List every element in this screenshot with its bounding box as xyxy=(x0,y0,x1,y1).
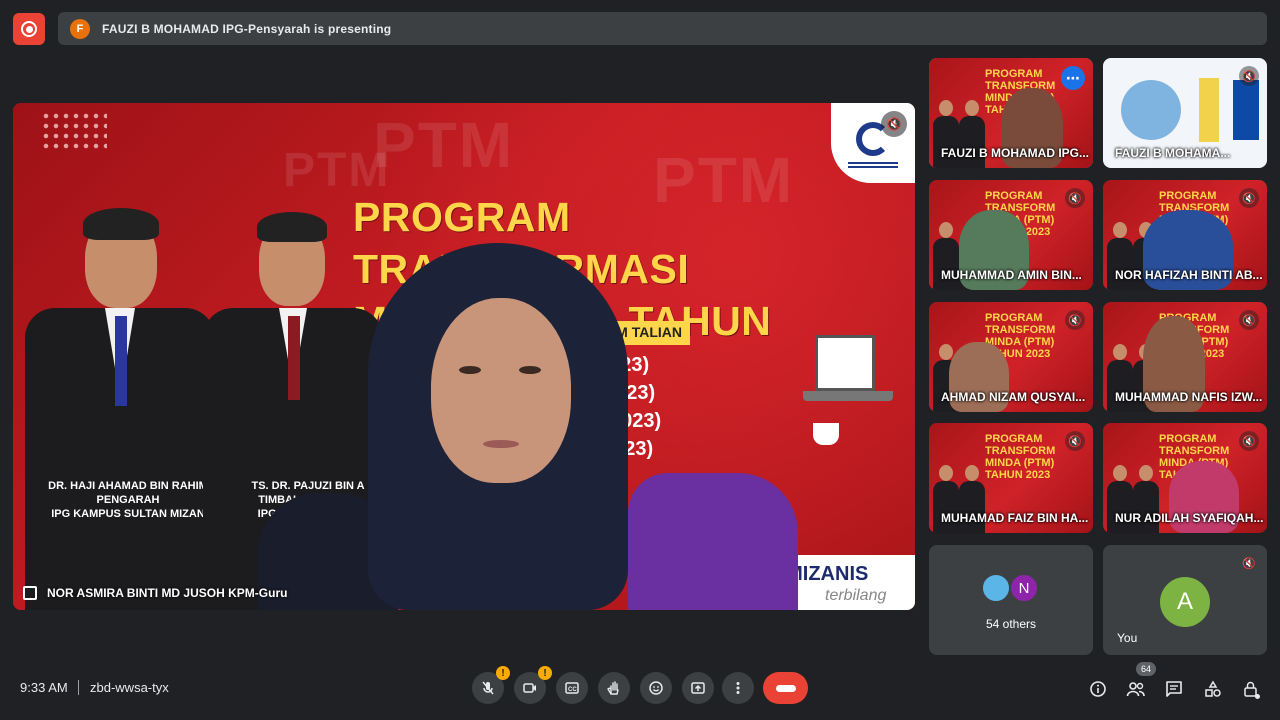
mic-off-icon: 🔇 xyxy=(881,111,907,137)
raise-hand-button[interactable] xyxy=(598,672,630,704)
participant-tile[interactable]: PROGRAM TRANSFORM MINDA (PTM) TAHUN 2023… xyxy=(929,58,1093,168)
reactions-button[interactable] xyxy=(640,672,672,704)
participant-tile[interactable]: PROGRAM TRANSFORM MINDA (PTM) TAHUN 2023… xyxy=(1103,423,1267,533)
presenter-avatar: F xyxy=(70,18,90,39)
warning-badge: ! xyxy=(496,666,510,680)
caption-line: IPG KAMPUS SULTAN MIZAN xyxy=(51,508,205,520)
participant-tile[interactable]: PROGRAM TRANSFORM MINDA (PTM) TAHUN 2023… xyxy=(929,180,1093,290)
others-avatars: N xyxy=(981,573,1039,603)
meet-window: F FAUZI B MOHAMAD IPG-Pensyarah is prese… xyxy=(0,0,1280,720)
mic-off-icon: 🔇 xyxy=(1065,431,1085,451)
raise-hand-icon xyxy=(607,681,619,695)
slide-portrait-director xyxy=(25,198,215,610)
present-now-button[interactable] xyxy=(682,672,714,704)
warning-badge: ! xyxy=(538,666,552,680)
participant-name: NUR ADILAH SYAFIQAH... xyxy=(1115,511,1264,525)
mic-off-icon: 🔇 xyxy=(1239,431,1259,451)
self-tile[interactable]: 🔇 A You xyxy=(1103,545,1267,655)
mic-off-icon: 🔇 xyxy=(1239,188,1259,208)
participant-name: NOR HAFIZAH BINTI AB... xyxy=(1115,268,1263,282)
mic-toggle-button[interactable]: ! xyxy=(472,666,510,704)
others-tile[interactable]: N 54 others xyxy=(929,545,1093,655)
participant-name: AHMAD NIZAM QUSYAI... xyxy=(941,390,1086,404)
main-stage[interactable]: PTM PTM PTM PROGRAM TRANSFORMASI MINDA (… xyxy=(13,103,915,610)
mic-off-icon: 🔇 xyxy=(1239,66,1259,86)
more-options-button[interactable] xyxy=(722,672,754,704)
call-end-icon xyxy=(775,684,796,692)
caption-line: PENGARAH xyxy=(96,494,160,506)
participant-name: MUHAMAD FAIZ BIN HA... xyxy=(941,511,1089,525)
slide-ghost-text: PTM xyxy=(373,109,515,181)
chat-icon xyxy=(1166,681,1182,697)
participant-name: FAUZI B MOHAMAD IPG... xyxy=(941,146,1089,160)
participant-count-badge: 64 xyxy=(1136,662,1157,676)
mic-off-icon: 🔇 xyxy=(1239,310,1259,330)
camera-off-icon xyxy=(523,683,536,693)
caption-line: DR. HAJI AHAMAD BIN RAHIM xyxy=(48,480,208,492)
participant-tile[interactable]: 🔇 FAUZI B MOHAMA... xyxy=(1103,58,1267,168)
svg-text:CC: CC xyxy=(568,687,577,693)
meeting-code: zbd-wwsa-tyx xyxy=(90,680,169,695)
presenting-banner: F FAUZI B MOHAMAD IPG-Pensyarah is prese… xyxy=(58,12,1267,45)
host-controls-indicator xyxy=(1255,694,1260,699)
slide-dot-pattern xyxy=(41,111,107,151)
recording-indicator-button[interactable] xyxy=(13,13,45,45)
leave-call-button[interactable] xyxy=(763,672,808,704)
info-icon xyxy=(1090,681,1106,697)
divider xyxy=(78,680,79,695)
others-count-label: 54 others xyxy=(985,617,1037,631)
pin-icon[interactable] xyxy=(23,586,37,600)
mic-off-icon xyxy=(482,681,494,695)
record-icon xyxy=(21,21,37,37)
mic-off-icon: 🔇 xyxy=(1242,557,1256,570)
more-vert-icon xyxy=(736,682,740,694)
more-options-icon[interactable]: ⋯ xyxy=(1061,66,1085,90)
mic-off-icon: 🔇 xyxy=(1065,188,1085,208)
emoji-icon xyxy=(649,681,663,695)
participant-name: MUHAMMAD NAFIS IZW... xyxy=(1115,390,1263,404)
avatar: N xyxy=(1009,573,1039,603)
participant-tile[interactable]: PROGRAM TRANSFORM MINDA (PTM) TAHUN 2023… xyxy=(929,423,1093,533)
slide-caption-director: DR. HAJI AHAMAD BIN RAHIM PENGARAH IPG K… xyxy=(33,479,223,521)
show-everyone-button[interactable] xyxy=(1125,678,1147,700)
captions-icon: CC xyxy=(565,682,579,694)
chat-button[interactable] xyxy=(1163,678,1185,700)
participant-name: FAUZI B MOHAMA... xyxy=(1115,146,1231,160)
avatar xyxy=(981,573,1011,603)
people-icon xyxy=(1126,682,1145,697)
self-label: You xyxy=(1117,631,1138,645)
participant-name: MUHAMMAD AMIN BIN... xyxy=(941,268,1082,282)
meeting-details-button[interactable] xyxy=(1087,678,1109,700)
mic-off-icon: 🔇 xyxy=(1065,310,1085,330)
speaker-name: NOR ASMIRA BINTI MD JUSOH KPM-Guru xyxy=(47,586,288,600)
slide-ghost-text: PTM xyxy=(283,144,391,197)
participant-tile[interactable]: PROGRAM TRANSFORM MINDA (PTM) TAHUN 2023… xyxy=(929,302,1093,412)
presenting-text: FAUZI B MOHAMAD IPG-Pensyarah is present… xyxy=(102,21,392,36)
participant-tile[interactable]: PROGRAM TRANSFORM MINDA (PTM) TAHUN 2023… xyxy=(1103,180,1267,290)
self-avatar: A xyxy=(1160,577,1210,627)
speaker-name-label: NOR ASMIRA BINTI MD JUSOH KPM-Guru xyxy=(23,586,287,600)
present-screen-icon xyxy=(691,682,705,694)
activities-icon xyxy=(1205,680,1221,697)
activities-button[interactable] xyxy=(1202,678,1224,700)
participant-tile[interactable]: PROGRAM TRANSFORM MINDA (PTM) TAHUN 2023… xyxy=(1103,302,1267,412)
captions-button[interactable]: CC xyxy=(556,672,588,704)
speaker-video-overlay xyxy=(248,243,848,610)
clock: 9:33 AM xyxy=(20,680,68,695)
camera-toggle-button[interactable]: ! xyxy=(514,666,552,704)
